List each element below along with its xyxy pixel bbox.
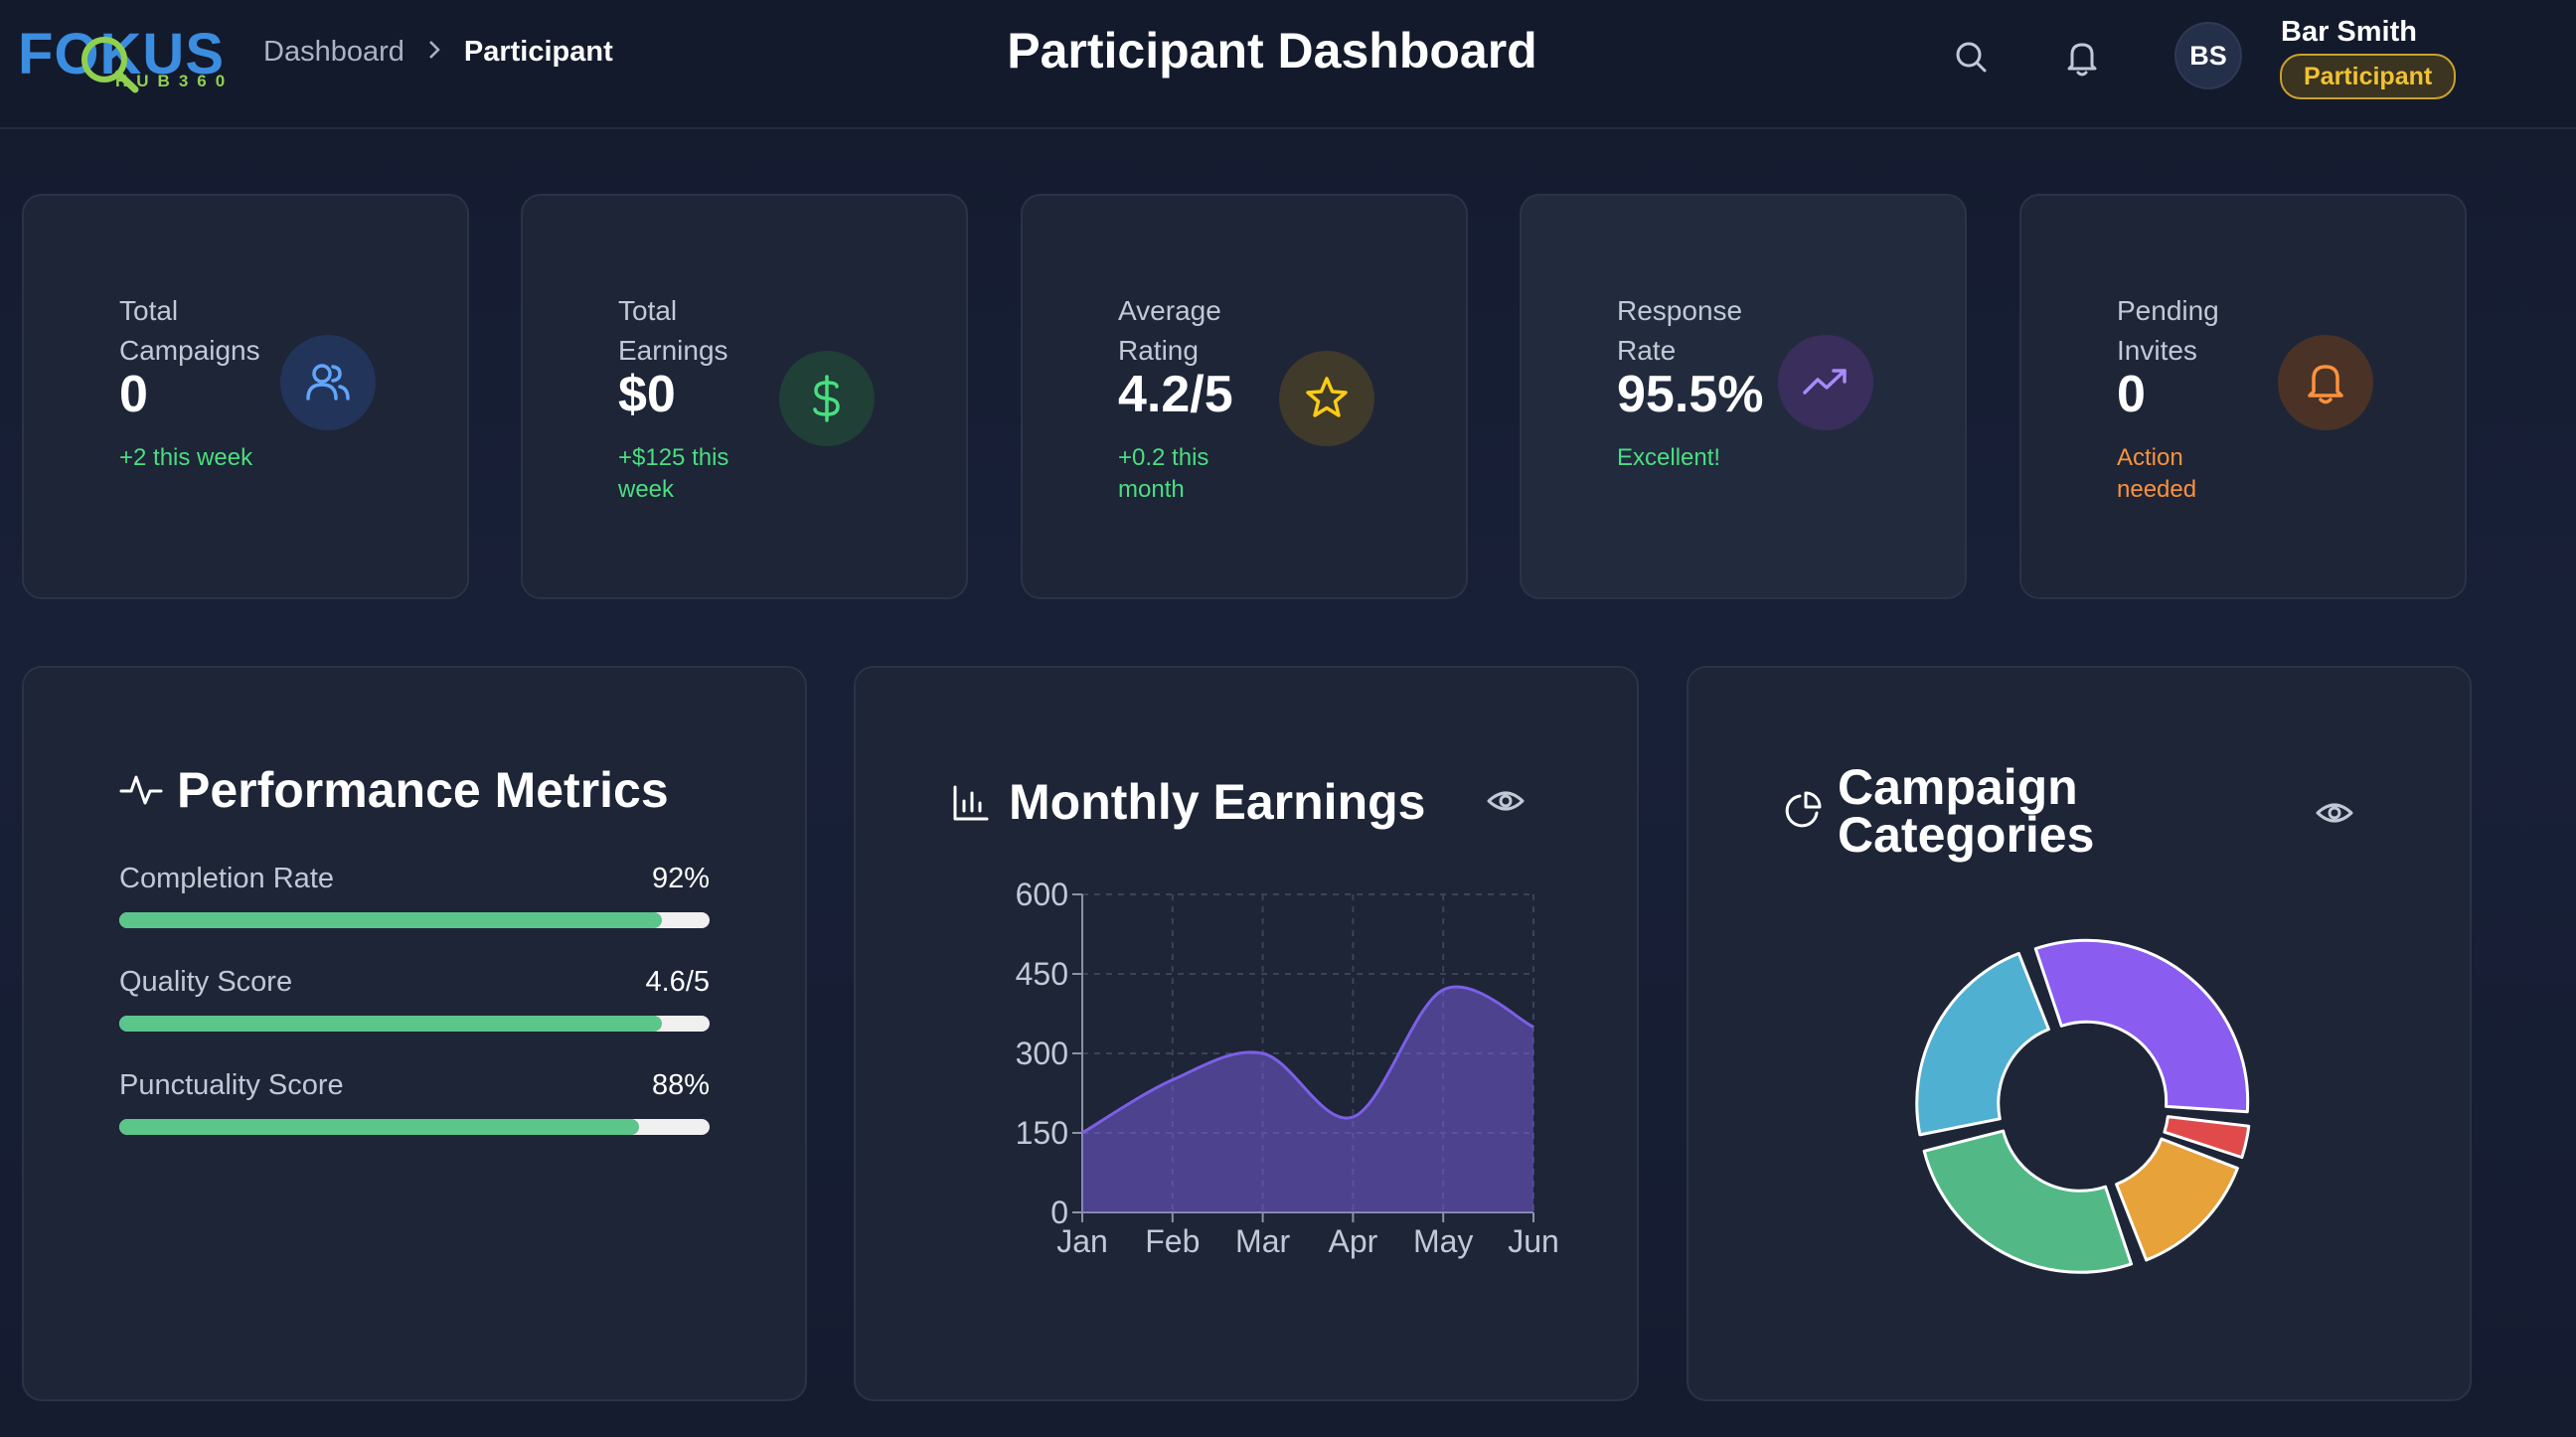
x-tick-label: Jan [1056,1223,1108,1259]
performance-metrics-panel: Performance Metrics Completion Rate 92% … [22,666,807,1401]
search-icon[interactable] [1950,36,1994,80]
metric-label: Punctuality Score [119,1069,344,1101]
monthly-earnings-panel: Monthly Earnings 0 150 300 450 600 Jan Feb Mar A… [854,666,1639,1401]
stat-value: $0 [618,366,676,423]
top-header: FOKUS HUB360 Dashboard Participant Parti… [0,0,2576,129]
donut-slice [1915,951,2050,1137]
metric-value: 88% [651,1069,710,1101]
stat-card-average-rating: Average Rating 4.2/5 +0.2 this month [1021,194,1468,599]
donut-slice [2115,1137,2239,1262]
dollar-icon [779,351,875,446]
metric-value: 92% [651,863,710,894]
progress-track [119,912,710,928]
stat-label: Total Campaigns [119,295,260,366]
metric-value: 4.6/5 [645,966,711,998]
stat-card-total-campaigns: Total Campaigns 0 +2 this week [22,194,469,599]
y-tick-label: 300 [1016,1036,1068,1071]
stat-value: 95.5% [1617,366,1764,423]
campaign-categories-donut-chart [1915,938,2251,1274]
stat-value: 0 [2117,366,2146,423]
star-icon [1279,351,1374,446]
y-tick-label: 450 [1016,956,1068,992]
y-tick-label: 150 [1016,1115,1068,1151]
stat-value: 0 [119,366,148,423]
stat-card-pending-invites: Pending Invites 0 Action needed [2019,194,2467,599]
campaign-categories-panel: Campaign Categories [1687,666,2472,1401]
x-tick-label: Apr [1329,1223,1378,1259]
stat-trend: +0.2 this month [1118,444,1209,503]
stat-card-total-earnings: Total Earnings $0 +$125 this week [521,194,968,599]
stat-card-response-rate: Response Rate 95.5% Excellent! [1520,194,1967,599]
progress-fill [119,1016,663,1032]
metric-label: Completion Rate [119,863,334,894]
donut-slice [2033,938,2250,1114]
progress-track [119,1016,710,1032]
progress-fill [119,912,663,928]
user-name: Bar Smith [2281,16,2417,48]
donut-slice [1922,1129,2134,1274]
bell-icon [2278,335,2373,430]
stat-trend: Excellent! [1617,444,1721,471]
stat-trend: Action needed [2117,444,2197,503]
stat-label: Response Rate [1617,295,1743,366]
notification-bell-icon[interactable] [2060,36,2104,80]
y-tick-label: 600 [1016,877,1068,912]
x-tick-label: Feb [1145,1223,1200,1259]
stat-label: Average Rating [1118,295,1221,366]
stat-label: Total Earnings [618,295,728,366]
stat-trend: +$125 this week [618,444,729,503]
user-avatar[interactable]: BS [2176,24,2240,87]
users-icon [280,335,376,430]
metric-label: Quality Score [119,966,293,998]
activity-icon [119,775,163,805]
stat-label: Pending Invites [2117,295,2219,366]
x-tick-label: Jun [1508,1223,1559,1259]
role-badge: Participant [2280,54,2457,99]
earnings-area [1082,986,1533,1212]
page-title: Participant Dashboard [1007,23,1537,79]
trending-up-icon [1778,335,1873,430]
monthly-earnings-area-chart: 0150300450600Jan Feb Mar Apr May Jun [1016,877,1559,1259]
panel-title: Performance Metrics [177,762,669,818]
progress-fill [119,1119,639,1135]
x-tick-label: May [1413,1223,1473,1259]
progress-track [119,1119,710,1135]
stat-trend: +2 this week [119,444,253,471]
stat-value: 4.2/5 [1118,366,1233,423]
x-tick-label: Mar [1235,1223,1290,1259]
